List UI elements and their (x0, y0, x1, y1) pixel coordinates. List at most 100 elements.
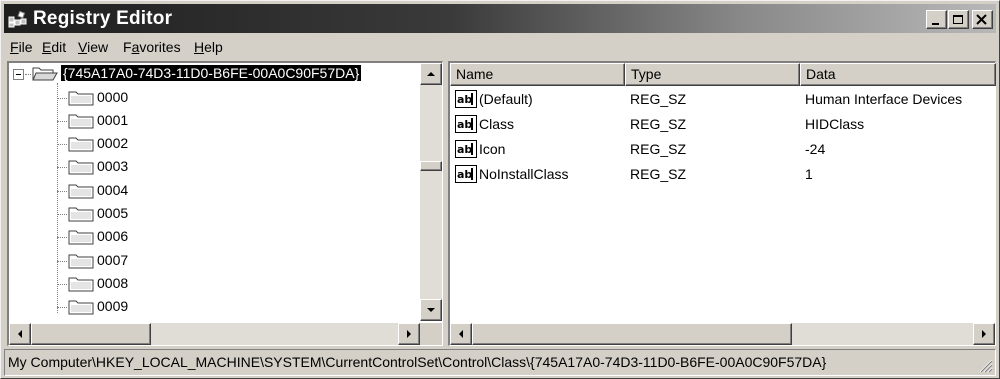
svg-text:ab: ab (457, 93, 472, 106)
column-header-type[interactable]: Type (625, 63, 800, 86)
folder-icon (68, 160, 94, 175)
title-bar[interactable]: Registry Editor (4, 4, 996, 33)
menu-favorites[interactable]: Favorites (123, 39, 181, 55)
value-name: Icon (479, 141, 506, 157)
folder-icon (68, 184, 94, 199)
tree-item-label: 0000 (97, 89, 129, 105)
tree-item-label: 0001 (97, 112, 129, 128)
value-data: HIDClass (805, 116, 865, 132)
value-data: Human Interface Devices (805, 91, 963, 107)
list-horizontal-scrollbar[interactable] (450, 323, 995, 345)
tree-item-label: 0003 (97, 158, 129, 174)
status-path: My Computer\HKEY_LOCAL_MACHINE\SYSTEM\Cu… (8, 354, 827, 370)
tree-item[interactable]: 0002 (9, 133, 420, 156)
value-row[interactable]: ab Class REG_SZ HIDClass (450, 112, 996, 137)
tree-item[interactable]: 0007 (9, 250, 420, 273)
tree-item[interactable]: 0004 (9, 180, 420, 203)
arrow-right-icon (982, 330, 986, 338)
tree-view: {745A17A0-74D3-11D0-B6FE-00A0C90F57DA} 0… (9, 63, 420, 321)
column-header-data[interactable]: Data (800, 63, 996, 86)
maximize-icon (953, 15, 963, 24)
tree-item-label-root: {745A17A0-74D3-11D0-B6FE-00A0C90F57DA} (61, 65, 362, 81)
folder-icon (68, 114, 94, 129)
svg-text:ab: ab (457, 168, 472, 181)
arrow-left-icon (18, 330, 22, 338)
value-type: REG_SZ (630, 166, 687, 182)
minimize-button[interactable] (926, 10, 947, 29)
minimize-icon (932, 23, 939, 25)
scroll-right-button[interactable] (398, 323, 420, 345)
column-header-name[interactable]: Name (450, 63, 625, 86)
window-title: Registry Editor (33, 8, 173, 29)
registry-editor-window: Registry Editor File Edit View Favorites… (0, 0, 1000, 379)
folder-icon (68, 300, 94, 315)
close-button[interactable] (972, 10, 993, 29)
tree-vertical-scroll-thumb[interactable] (420, 161, 442, 171)
status-bar: My Computer\HKEY_LOCAL_MACHINE\SYSTEM\Cu… (4, 349, 996, 376)
resize-grip-icon[interactable] (977, 357, 993, 373)
tree-item[interactable]: 0003 (9, 156, 420, 179)
tree-item-label: 0009 (97, 298, 129, 314)
svg-text:ab: ab (457, 118, 472, 131)
values-list-pane[interactable]: Name Type Data ab (Default) REG_SZ Human… (448, 61, 996, 346)
folder-icon (68, 230, 94, 245)
registry-editor-app-icon (8, 10, 27, 28)
menu-bar: File Edit View Favorites Help (4, 36, 996, 60)
value-name: NoInstallClass (479, 166, 569, 182)
value-row[interactable]: ab NoInstallClass REG_SZ 1 (450, 162, 996, 187)
svg-text:ab: ab (457, 143, 472, 156)
tree-item-label: 0007 (97, 252, 129, 268)
tree-item[interactable]: 0008 (9, 273, 420, 296)
value-type: REG_SZ (630, 91, 687, 107)
tree-vertical-scrollbar[interactable] (420, 63, 442, 321)
tree-item-label: 0006 (97, 228, 129, 244)
tree-item-label: 0004 (97, 182, 129, 198)
menu-help[interactable]: Help (194, 39, 223, 55)
open-folder-icon (32, 67, 58, 81)
value-data: 1 (805, 166, 813, 182)
value-row[interactable]: ab Icon REG_SZ -24 (450, 137, 996, 162)
value-name: Class (479, 116, 515, 132)
tree-item[interactable]: 0005 (9, 203, 420, 226)
scrollbar-corner (420, 323, 442, 345)
list-horizontal-scroll-thumb[interactable] (472, 323, 792, 345)
scroll-down-button[interactable] (420, 299, 442, 321)
arrow-right-icon (407, 330, 411, 338)
tree-item-label: 0005 (97, 205, 129, 221)
folder-icon (68, 254, 94, 269)
tree-item[interactable]: 0000 (9, 87, 420, 110)
arrow-down-icon (427, 308, 435, 312)
scroll-left-button[interactable] (9, 323, 31, 345)
tree-item[interactable]: 0006 (9, 226, 420, 249)
tree-item-root[interactable]: {745A17A0-74D3-11D0-B6FE-00A0C90F57DA} (9, 63, 420, 86)
tree-item[interactable]: 0001 (9, 110, 420, 133)
collapse-expander[interactable] (13, 69, 24, 80)
menu-file[interactable]: File (10, 39, 33, 55)
tree-item-label: 0008 (97, 275, 129, 291)
menu-edit[interactable]: Edit (42, 39, 66, 55)
value-row[interactable]: ab (Default) REG_SZ Human Interface Devi… (450, 87, 996, 112)
folder-icon (68, 207, 94, 222)
scroll-up-button[interactable] (420, 63, 442, 85)
tree-item[interactable]: 0009 (9, 296, 420, 319)
value-data: -24 (805, 141, 826, 157)
value-name: (Default) (479, 91, 533, 107)
arrow-up-icon (427, 72, 435, 76)
menu-view[interactable]: View (78, 39, 108, 55)
tree-horizontal-scroll-thumb[interactable] (31, 323, 151, 345)
string-value-icon: ab (455, 140, 477, 158)
folder-icon (68, 137, 94, 152)
tree-horizontal-scrollbar[interactable] (9, 323, 420, 345)
scroll-right-button[interactable] (973, 323, 995, 345)
string-value-icon: ab (455, 90, 477, 108)
folder-icon (68, 91, 94, 106)
arrow-left-icon (459, 330, 463, 338)
close-icon (976, 14, 987, 25)
maximize-button[interactable] (948, 10, 969, 29)
folder-icon (68, 277, 94, 292)
string-value-icon: ab (455, 115, 477, 133)
value-type: REG_SZ (630, 116, 687, 132)
scroll-left-button[interactable] (450, 323, 472, 345)
tree-item-label: 0002 (97, 135, 129, 151)
registry-tree-pane[interactable]: {745A17A0-74D3-11D0-B6FE-00A0C90F57DA} 0… (7, 61, 443, 346)
